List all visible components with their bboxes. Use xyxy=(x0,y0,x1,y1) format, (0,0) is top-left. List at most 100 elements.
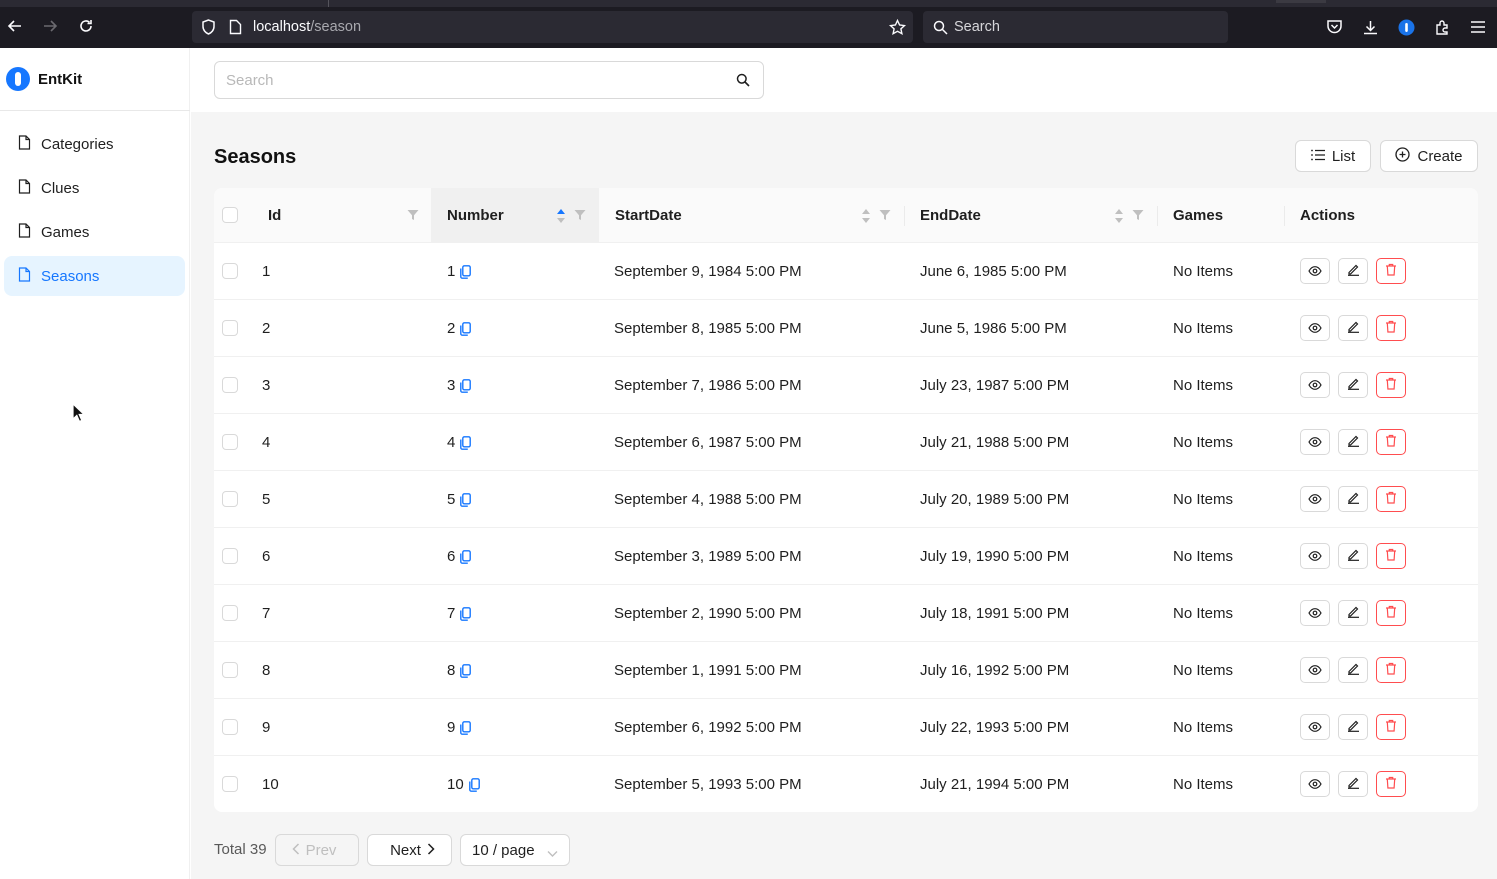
copy-icon[interactable] xyxy=(460,720,472,735)
table-row[interactable]: 2 2 September 8, 1985 5:00 PM June 5, 1986 … xyxy=(214,300,1478,357)
copy-icon[interactable] xyxy=(460,378,472,393)
row-checkbox[interactable] xyxy=(222,263,238,279)
delete-button[interactable] xyxy=(1376,486,1406,512)
delete-icon xyxy=(1385,377,1397,393)
cell-startdate: September 5, 1993 5:00 PM xyxy=(614,776,802,793)
edit-button[interactable] xyxy=(1338,714,1368,740)
delete-button[interactable] xyxy=(1376,429,1406,455)
list-button[interactable]: List xyxy=(1295,140,1371,172)
row-checkbox[interactable] xyxy=(222,662,238,678)
edit-button[interactable] xyxy=(1338,315,1368,341)
edit-button[interactable] xyxy=(1338,543,1368,569)
delete-button[interactable] xyxy=(1376,771,1406,797)
edit-button[interactable] xyxy=(1338,429,1368,455)
copy-icon[interactable] xyxy=(460,606,472,621)
create-button[interactable]: Create xyxy=(1380,140,1478,172)
edit-button[interactable] xyxy=(1338,372,1368,398)
table-row[interactable]: 1 1 September 9, 1984 5:00 PM June 6, 1985 … xyxy=(214,243,1478,300)
sidebar-item-seasons[interactable]: Seasons xyxy=(4,256,185,296)
search-input[interactable] xyxy=(214,61,764,99)
pocket-icon[interactable] xyxy=(1325,18,1343,36)
delete-button[interactable] xyxy=(1376,315,1406,341)
sort-icon[interactable] xyxy=(1114,208,1124,224)
copy-icon[interactable] xyxy=(460,549,472,564)
delete-button[interactable] xyxy=(1376,714,1406,740)
filter-icon[interactable] xyxy=(574,209,586,221)
brand[interactable]: EntKit xyxy=(0,48,190,111)
url-text[interactable]: localhost/season xyxy=(253,19,361,35)
edit-button[interactable] xyxy=(1338,600,1368,626)
sidebar-item-games[interactable]: Games xyxy=(4,212,185,252)
edit-button[interactable] xyxy=(1338,486,1368,512)
row-checkbox[interactable] xyxy=(222,776,238,792)
browser-search-bar[interactable]: Search xyxy=(923,11,1228,43)
view-button[interactable] xyxy=(1300,372,1330,398)
column-header-startdate[interactable]: StartDate xyxy=(599,188,904,243)
table-row[interactable]: 9 9 September 6, 1992 5:00 PM July 22, 1993… xyxy=(214,699,1478,756)
edit-button[interactable] xyxy=(1338,258,1368,284)
password-manager-icon[interactable] xyxy=(1397,18,1415,36)
view-button[interactable] xyxy=(1300,258,1330,284)
extensions-icon[interactable] xyxy=(1433,18,1451,36)
row-checkbox[interactable] xyxy=(222,719,238,735)
view-button[interactable] xyxy=(1300,543,1330,569)
row-checkbox[interactable] xyxy=(222,605,238,621)
view-button[interactable] xyxy=(1300,714,1330,740)
sidebar-item-categories[interactable]: Categories xyxy=(4,124,185,164)
prev-page-button[interactable]: Prev xyxy=(275,834,359,866)
copy-icon[interactable] xyxy=(460,663,472,678)
row-checkbox[interactable] xyxy=(222,320,238,336)
delete-button[interactable] xyxy=(1376,372,1406,398)
table-row[interactable]: 6 6 September 3, 1989 5:00 PM July 19, 1990… xyxy=(214,528,1478,585)
column-header-id[interactable]: Id xyxy=(252,188,431,243)
filter-icon[interactable] xyxy=(407,209,419,221)
copy-icon[interactable] xyxy=(460,264,472,279)
next-page-button[interactable]: Next xyxy=(367,834,452,866)
row-checkbox[interactable] xyxy=(222,491,238,507)
edit-button[interactable] xyxy=(1338,657,1368,683)
table-row[interactable]: 7 7 September 2, 1990 5:00 PM July 18, 1991… xyxy=(214,585,1478,642)
back-icon[interactable] xyxy=(3,14,27,38)
cell-games: No Items xyxy=(1173,491,1234,508)
table-row[interactable]: 4 4 September 6, 1987 5:00 PM July 21, 1988… xyxy=(214,414,1478,471)
edit-button[interactable] xyxy=(1338,771,1368,797)
bookmark-star-icon[interactable] xyxy=(888,18,906,36)
delete-button[interactable] xyxy=(1376,543,1406,569)
view-button[interactable] xyxy=(1300,600,1330,626)
copy-icon[interactable] xyxy=(460,492,472,507)
row-checkbox[interactable] xyxy=(222,548,238,564)
menu-hamburger-icon[interactable] xyxy=(1469,18,1487,36)
forward-icon[interactable] xyxy=(38,14,62,38)
view-button[interactable] xyxy=(1300,771,1330,797)
copy-icon[interactable] xyxy=(468,777,480,792)
row-checkbox[interactable] xyxy=(222,377,238,393)
column-header-number[interactable]: Number xyxy=(431,188,599,243)
delete-button[interactable] xyxy=(1376,258,1406,284)
filter-icon[interactable] xyxy=(879,209,891,221)
column-header-enddate[interactable]: EndDate xyxy=(904,188,1158,243)
filter-icon[interactable] xyxy=(1132,209,1144,221)
download-icon[interactable] xyxy=(1361,18,1379,36)
reload-icon[interactable] xyxy=(74,14,98,38)
table-row[interactable]: 3 3 September 7, 1986 5:00 PM July 23, 1987… xyxy=(214,357,1478,414)
shield-icon[interactable] xyxy=(200,19,216,35)
copy-icon[interactable] xyxy=(460,321,472,336)
url-bar[interactable]: localhost/season xyxy=(192,11,913,43)
page-size-select[interactable]: 10 / page xyxy=(460,834,570,866)
delete-button[interactable] xyxy=(1376,600,1406,626)
delete-button[interactable] xyxy=(1376,657,1406,683)
view-button[interactable] xyxy=(1300,657,1330,683)
sort-icon[interactable] xyxy=(861,208,871,224)
select-all-checkbox[interactable] xyxy=(222,207,238,223)
view-button[interactable] xyxy=(1300,315,1330,341)
row-checkbox[interactable] xyxy=(222,434,238,450)
table-row[interactable]: 5 5 September 4, 1988 5:00 PM July 20, 1989… xyxy=(214,471,1478,528)
table-row[interactable]: 8 8 September 1, 1991 5:00 PM July 16, 1992… xyxy=(214,642,1478,699)
sort-icon[interactable] xyxy=(556,208,566,224)
view-button[interactable] xyxy=(1300,429,1330,455)
search-icon[interactable] xyxy=(735,72,751,88)
table-row[interactable]: 10 10 September 5, 1993 5:00 PM July 21, 19… xyxy=(214,756,1478,812)
sidebar-item-clues[interactable]: Clues xyxy=(4,168,185,208)
copy-icon[interactable] xyxy=(460,435,472,450)
view-button[interactable] xyxy=(1300,486,1330,512)
